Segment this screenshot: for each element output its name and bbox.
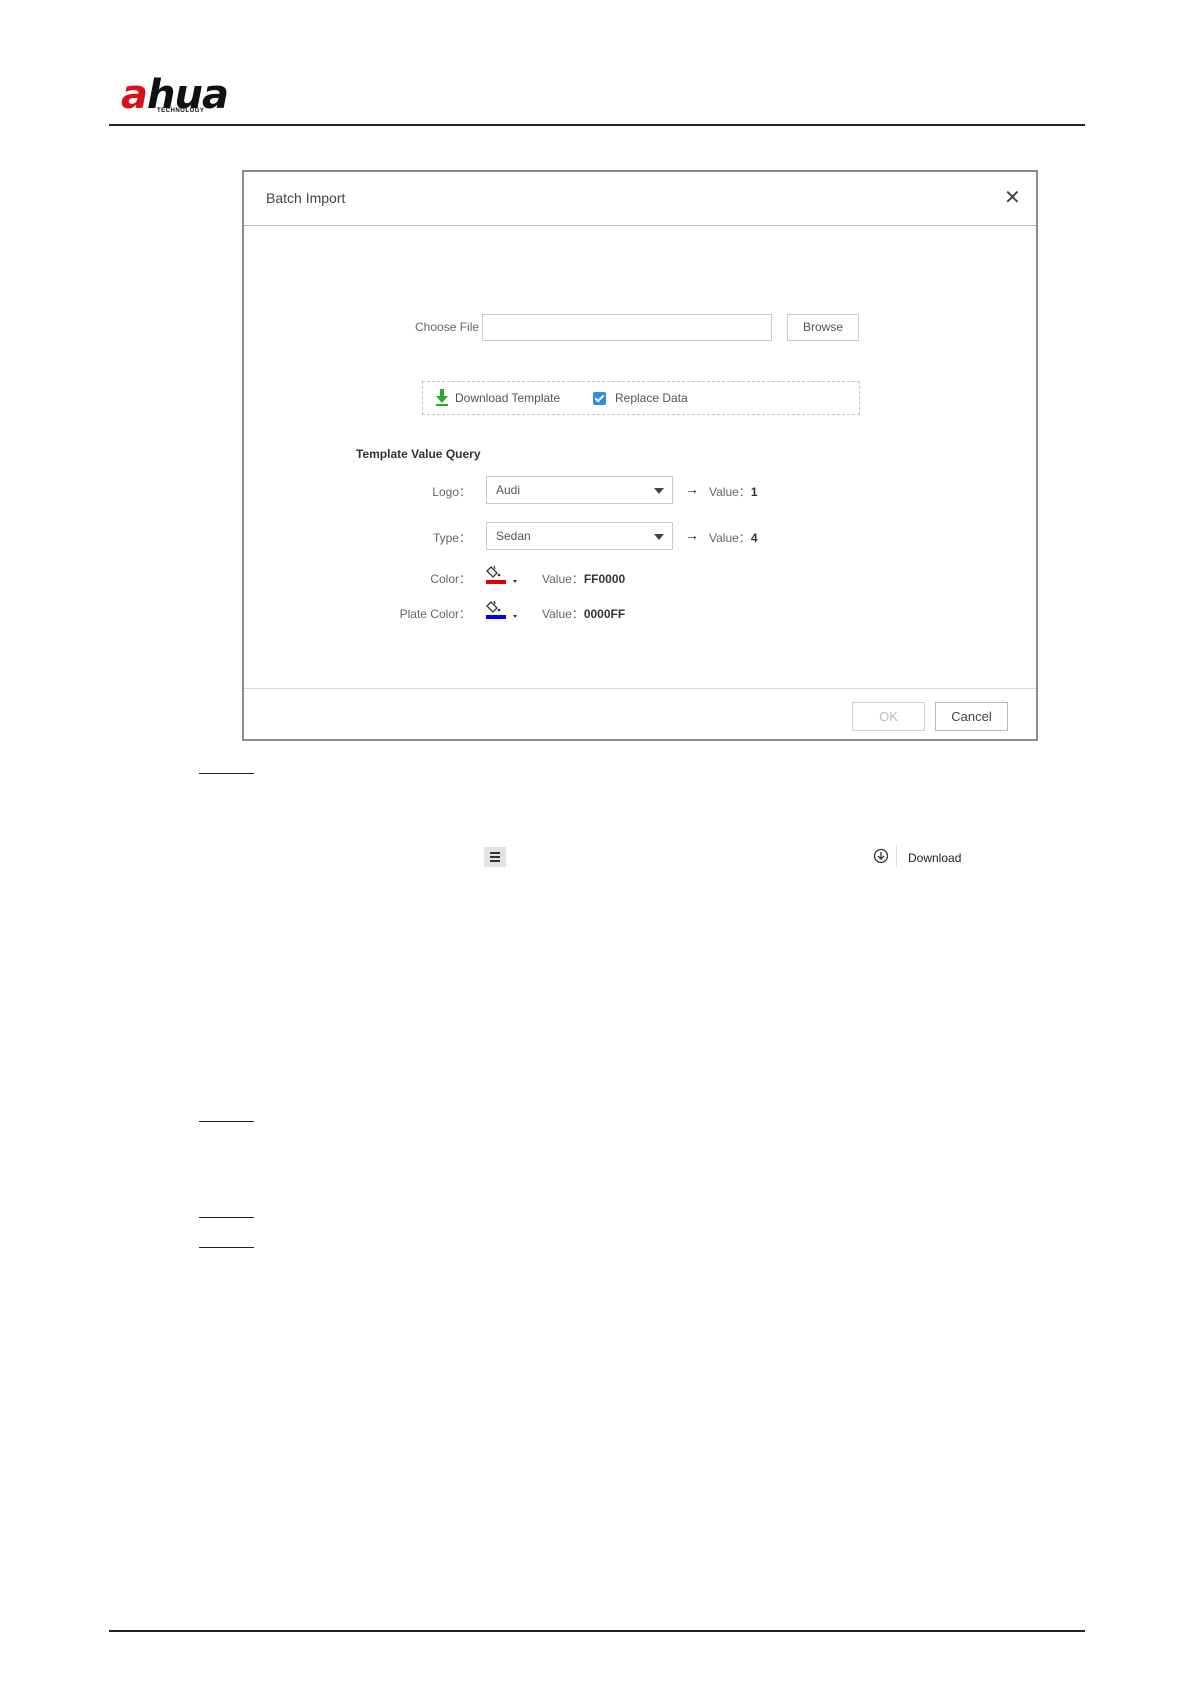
logo-selected-value: Audi	[496, 483, 521, 497]
ok-button[interactable]: OK	[852, 702, 925, 731]
toolbar-divider	[896, 845, 897, 867]
download-template-link[interactable]: Download Template	[455, 391, 560, 405]
logo-value: Value：1	[709, 485, 758, 499]
file-path-input[interactable]	[482, 314, 772, 341]
title-divider	[244, 225, 1036, 226]
close-icon[interactable]: ✕	[1004, 186, 1021, 210]
step-marker	[199, 1247, 254, 1248]
step-marker	[199, 1121, 254, 1122]
logo-tagline: TECHNOLOGY	[157, 108, 205, 114]
replace-data-label: Replace Data	[615, 391, 688, 405]
download-circle-icon[interactable]	[873, 848, 889, 864]
step-marker	[199, 1217, 254, 1218]
step-marker	[199, 773, 254, 774]
color-value: Value：FF0000	[542, 572, 626, 586]
browse-button[interactable]: Browse	[787, 314, 859, 341]
type-selected-value: Sedan	[496, 529, 531, 543]
footer-divider	[244, 688, 1036, 689]
download-arrow-icon	[436, 389, 448, 406]
type-value: Value：4	[709, 531, 758, 545]
chevron-down-icon	[654, 534, 664, 540]
type-label: Type：	[432, 531, 471, 545]
type-select[interactable]: Sedan	[486, 522, 673, 550]
batch-import-dialog: Batch Import ✕ Choose File Browse Downlo…	[242, 170, 1038, 741]
logo-select[interactable]: Audi	[486, 476, 673, 504]
arrow-right-icon: →	[685, 481, 699, 497]
dialog-title: Batch Import	[266, 190, 346, 206]
plate-color-label: Plate Color：	[399, 607, 471, 621]
plate-color-value: Value：0000FF	[542, 607, 626, 621]
paint-bucket-icon[interactable]	[485, 599, 519, 621]
footer-rule	[109, 1630, 1085, 1632]
cancel-button[interactable]: Cancel	[935, 702, 1008, 731]
choose-file-label: Choose File	[415, 320, 480, 334]
paint-bucket-icon[interactable]	[485, 564, 519, 586]
replace-data-checkbox[interactable]	[593, 392, 606, 405]
header-rule	[109, 124, 1085, 126]
import-options: Download Template Replace Data	[422, 381, 860, 415]
chevron-down-icon	[654, 488, 664, 494]
download-label[interactable]: Download	[908, 851, 961, 865]
arrow-right-icon: →	[685, 527, 699, 543]
logo-label: Logo：	[432, 485, 471, 499]
hamburger-menu-icon[interactable]	[484, 847, 506, 867]
color-label: Color：	[430, 572, 471, 586]
template-value-query-title: Template Value Query	[356, 447, 481, 461]
